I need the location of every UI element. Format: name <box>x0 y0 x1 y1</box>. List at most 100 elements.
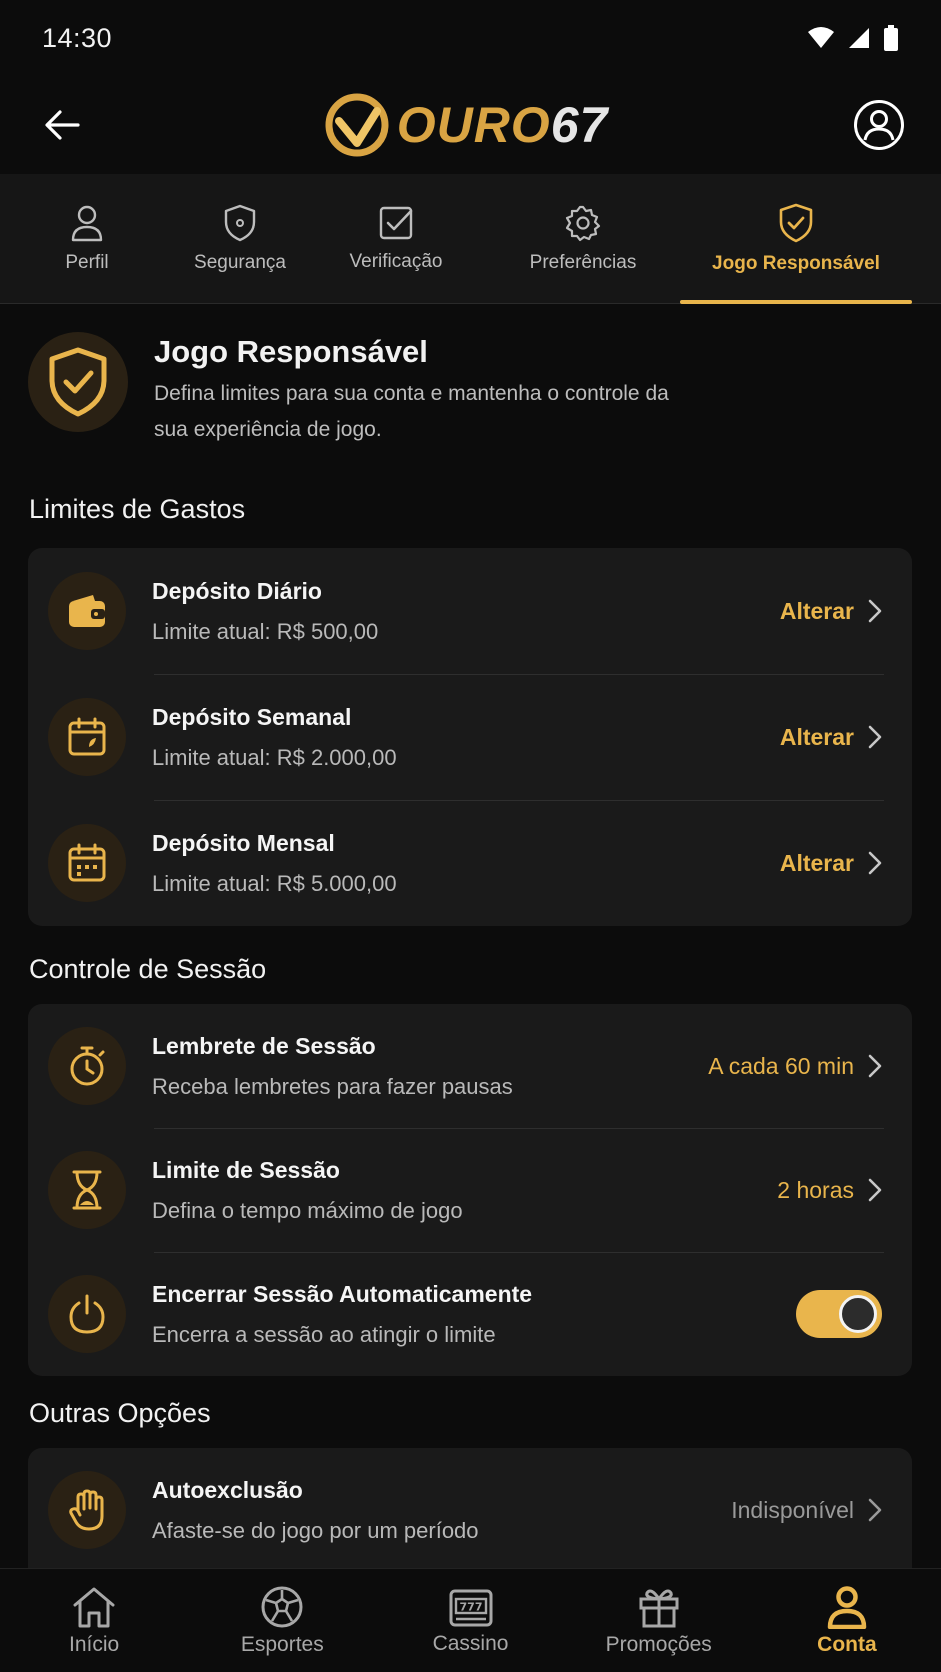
page-description: Defina limites para sua conta e mantenha… <box>154 382 669 441</box>
intro-badge <box>28 332 128 432</box>
action-value: 2 horas <box>777 1176 854 1203</box>
bottom-navigation: Início Esportes 777 Cassino Promoções Co… <box>0 1568 941 1672</box>
checkbox-icon <box>379 206 413 239</box>
tab-perfil[interactable]: Perfil <box>0 174 174 303</box>
list-item-session-limit[interactable]: Limite de Sessão Defina o tempo máximo d… <box>28 1128 912 1252</box>
change-button[interactable]: Alterar <box>780 724 882 751</box>
status-time: 14:30 <box>42 22 113 53</box>
self-exclusion-status[interactable]: Indisponível <box>731 1497 882 1524</box>
row-text: Autoexclusão Afaste-se do jogo por um pe… <box>152 1477 731 1544</box>
action-label: Alterar <box>779 723 854 750</box>
row-text: Encerrar Sessão Automaticamente Encerra … <box>152 1281 796 1348</box>
nav-item-conta[interactable]: Conta <box>753 1569 941 1672</box>
tab-label: Segurança <box>194 251 286 273</box>
row-subtitle: Encerra a sessão ao atingir o limite <box>152 1321 496 1347</box>
chevron-right-icon <box>868 851 882 875</box>
section-title-other: Outras Opções <box>29 1398 211 1428</box>
profile-button[interactable] <box>853 99 905 151</box>
account-tabs: Perfil Segurança Verificação Preferência… <box>0 174 941 304</box>
row-title: Depósito Semanal <box>152 703 352 730</box>
logo-text: OURO67 <box>397 96 609 154</box>
status-bar: 14:30 <box>0 0 941 76</box>
wallet-icon <box>69 595 105 627</box>
chevron-right-icon <box>868 725 882 749</box>
slot-machine-icon: 777 <box>449 1589 492 1626</box>
tab-verificacao[interactable]: Verificação <box>306 174 486 303</box>
svg-text:777: 777 <box>459 1600 482 1613</box>
gift-icon <box>639 1589 679 1627</box>
row-title: Depósito Mensal <box>152 829 335 856</box>
chevron-right-icon <box>868 1498 882 1522</box>
row-subtitle: Limite atual: R$ 2.000,00 <box>152 744 397 770</box>
chevron-right-icon <box>868 599 882 623</box>
nav-item-cassino[interactable]: 777 Cassino <box>376 1569 564 1672</box>
calendar-month-icon <box>68 843 106 882</box>
back-button[interactable] <box>44 109 80 141</box>
change-button[interactable]: Alterar <box>780 850 882 877</box>
other-card: Autoexclusão Afaste-se do jogo por um pe… <box>28 1448 912 1572</box>
section-title-spending: Limites de Gastos <box>29 494 246 524</box>
brand-logo: OURO67 <box>325 93 609 157</box>
home-icon <box>73 1587 115 1627</box>
action-value: A cada 60 min <box>708 1052 854 1079</box>
list-item-auto-logout: Encerrar Sessão Automaticamente Encerra … <box>28 1252 912 1376</box>
spending-card: Depósito Diário Limite atual: R$ 500,00 … <box>28 548 912 926</box>
row-subtitle: Defina o tempo máximo de jogo <box>152 1197 463 1223</box>
status-icons <box>807 25 899 51</box>
hand-icon <box>69 1489 104 1531</box>
row-text: Depósito Diário Limite atual: R$ 500,00 <box>152 578 780 645</box>
tab-label: Verificação <box>349 250 443 272</box>
list-item-self-exclusion[interactable]: Autoexclusão Afaste-se do jogo por um pe… <box>28 1448 912 1572</box>
tab-seguranca[interactable]: Segurança <box>174 174 306 303</box>
arrow-left-icon <box>45 110 80 140</box>
action-label: Alterar <box>779 849 854 876</box>
shield-check-icon <box>49 347 107 417</box>
logo-emblem-icon <box>325 93 389 157</box>
list-item-daily-deposit[interactable]: Depósito Diário Limite atual: R$ 500,00 … <box>28 548 912 674</box>
row-icon <box>48 572 126 650</box>
tab-label: Jogo Responsável <box>712 252 880 274</box>
tab-label: Perfil <box>65 251 109 273</box>
row-icon <box>48 824 126 902</box>
row-subtitle: Limite atual: R$ 5.000,00 <box>152 870 397 896</box>
row-icon <box>48 1151 126 1229</box>
wifi-icon <box>808 27 834 48</box>
row-text: Depósito Semanal Limite atual: R$ 2.000,… <box>152 704 780 771</box>
tab-preferencias[interactable]: Preferências <box>486 174 680 303</box>
auto-logout-toggle[interactable] <box>796 1290 882 1338</box>
row-title: Depósito Diário <box>152 577 322 604</box>
gear-icon <box>565 205 601 241</box>
app-header: OURO67 <box>0 76 941 174</box>
chevron-right-icon <box>868 1178 882 1202</box>
row-title: Lembrete de Sessão <box>152 1032 376 1059</box>
row-title: Limite de Sessão <box>152 1156 340 1183</box>
row-icon <box>48 1471 126 1549</box>
shield-lock-icon <box>224 204 256 241</box>
ball-icon <box>261 1586 303 1627</box>
battery-icon <box>884 25 898 51</box>
tab-jogo-responsavel[interactable]: Jogo Responsável <box>680 174 912 304</box>
nav-item-promocoes[interactable]: Promoções <box>565 1569 753 1672</box>
session-limit-value-button[interactable]: 2 horas <box>777 1177 882 1204</box>
row-text: Lembrete de Sessão Receba lembretes para… <box>152 1033 708 1100</box>
list-item-monthly-deposit[interactable]: Depósito Mensal Limite atual: R$ 5.000,0… <box>28 800 912 926</box>
hourglass-icon <box>72 1170 102 1210</box>
change-button[interactable]: Alterar <box>780 598 882 625</box>
signal-icon <box>849 28 869 48</box>
nav-label: Conta <box>817 1632 877 1656</box>
shield-check-icon <box>779 203 813 242</box>
user-circle-icon <box>854 100 904 150</box>
row-title: Encerrar Sessão Automaticamente <box>152 1280 533 1307</box>
row-icon <box>48 1275 126 1353</box>
action-value: Indisponível <box>731 1496 854 1523</box>
nav-label: Início <box>69 1632 120 1656</box>
row-subtitle: Limite atual: R$ 500,00 <box>152 618 379 644</box>
nav-item-inicio[interactable]: Início <box>0 1569 188 1672</box>
list-item-weekly-deposit[interactable]: Depósito Semanal Limite atual: R$ 2.000,… <box>28 674 912 800</box>
nav-item-esportes[interactable]: Esportes <box>188 1569 376 1672</box>
intro-text: Jogo Responsável Defina limites para sua… <box>154 332 694 448</box>
action-label: Alterar <box>779 597 854 624</box>
logo-number: 67 <box>550 97 609 153</box>
reminder-value-button[interactable]: A cada 60 min <box>708 1053 882 1080</box>
list-item-session-reminder[interactable]: Lembrete de Sessão Receba lembretes para… <box>28 1004 912 1128</box>
